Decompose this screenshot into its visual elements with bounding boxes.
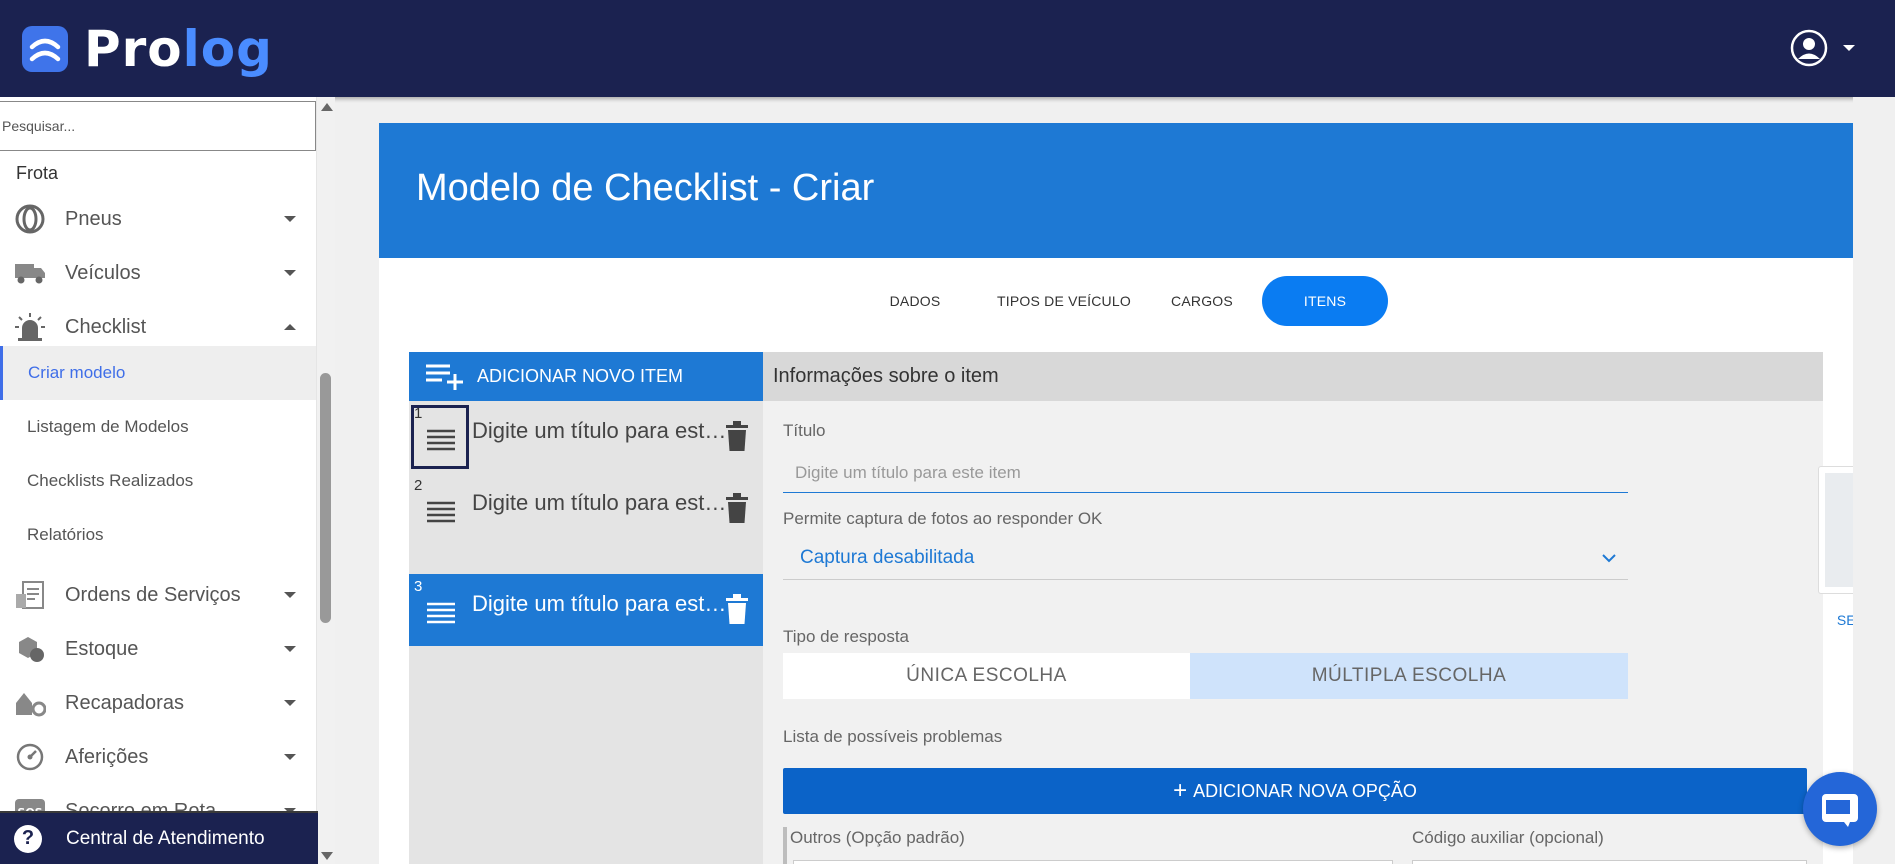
sidebar-subitem-listagem-modelos[interactable]: Listagem de Modelos xyxy=(0,400,316,454)
title-label: Título xyxy=(783,421,826,440)
chevron-down-icon xyxy=(284,270,296,276)
photo-capture-value: Captura desabilitada xyxy=(800,547,975,568)
sidebar: Frota Pneus Veículos Checklist Criar mod… xyxy=(0,97,335,864)
chevron-down-icon xyxy=(284,592,296,598)
central-atendimento-button[interactable]: ? Central de Atendimento xyxy=(0,811,318,864)
item-info-panel: Informações sobre o item Título Permite … xyxy=(763,352,1895,864)
add-option-label: ADICIONAR NOVA OPÇÃO xyxy=(1193,780,1417,801)
search-input[interactable] xyxy=(0,101,316,151)
page-scrollbar-area xyxy=(1853,97,1895,864)
list-item-selected[interactable]: 3 Digite um título para este item xyxy=(409,574,763,646)
top-bar: Prolog xyxy=(0,0,1895,97)
sidebar-item-estoque[interactable]: Estoque xyxy=(0,622,316,676)
item-number: 1 xyxy=(414,405,423,422)
prolog-logo[interactable]: Prolog xyxy=(22,20,273,78)
response-type-label: Tipo de resposta xyxy=(783,627,909,646)
item-info-header: Informações sobre o item xyxy=(763,352,1823,401)
problems-list-label: Lista de possíveis problemas xyxy=(783,727,1003,746)
page-title: Modelo de Checklist - Criar xyxy=(416,167,875,209)
tab-tipos-veiculo[interactable]: TIPOS DE VEÍCULO xyxy=(984,276,1144,326)
sidebar-item-label: Aferições xyxy=(65,745,149,768)
sidebar-item-label: Recapadoras xyxy=(65,691,184,714)
outros-input[interactable] xyxy=(793,860,1393,864)
item-number: 3 xyxy=(414,578,423,595)
option-accent-bar xyxy=(783,827,787,864)
items-list: ADICIONAR NOVO ITEM 1 Digite um título p… xyxy=(409,352,763,864)
tab-dados[interactable]: DADOS xyxy=(855,276,975,326)
tabs: DADOS TIPOS DE VEÍCULO CARGOS ITENS xyxy=(379,276,1853,326)
multiple-choice-button[interactable]: MÚLTIPLA ESCOLHA xyxy=(1190,653,1628,699)
chevron-up-icon xyxy=(284,324,296,330)
sidebar-item-label: Ordens de Serviços xyxy=(65,583,241,606)
playlist-add-icon xyxy=(425,362,465,392)
sidebar-scrollbar[interactable] xyxy=(316,97,335,864)
page-header: Modelo de Checklist - Criar xyxy=(379,123,1853,258)
sidebar-item-recapadoras[interactable]: Recapadoras xyxy=(0,676,316,730)
chevron-down-icon xyxy=(284,216,296,222)
photo-capture-label: Permite captura de fotos ao responder OK xyxy=(783,509,1103,528)
sidebar-item-label: Veículos xyxy=(65,261,141,284)
sidebar-subitem-relatorios[interactable]: Relatórios xyxy=(0,508,316,562)
sidebar-subitem-checklists-realizados[interactable]: Checklists Realizados xyxy=(0,454,316,508)
help-icon: ? xyxy=(14,824,42,853)
user-avatar-icon xyxy=(1790,29,1828,67)
list-item[interactable]: 1 Digite um título para este item xyxy=(409,401,763,473)
scroll-down-icon[interactable] xyxy=(321,852,333,860)
section-title-frota: Frota xyxy=(16,163,59,183)
siren-icon xyxy=(12,311,48,343)
single-choice-button[interactable]: ÚNICA ESCOLHA xyxy=(783,653,1190,699)
add-item-label: ADICIONAR NOVO ITEM xyxy=(477,366,684,386)
scroll-up-icon[interactable] xyxy=(321,103,333,111)
gauge-icon xyxy=(12,741,48,773)
chevron-down-icon xyxy=(284,700,296,706)
tab-itens[interactable]: ITENS xyxy=(1262,276,1388,326)
chevron-down-icon xyxy=(1602,554,1616,563)
add-option-button[interactable]: + ADICIONAR NOVA OPÇÃO xyxy=(783,768,1807,814)
logo-mark-icon xyxy=(22,26,68,72)
sidebar-item-ordens-servicos[interactable]: Ordens de Serviços xyxy=(0,568,316,622)
codigo-auxiliar-label: Código auxiliar (opcional) xyxy=(1412,828,1604,847)
truck-icon xyxy=(12,257,48,289)
photo-capture-select[interactable]: Captura desabilitada xyxy=(783,536,1628,580)
scrollbar-thumb[interactable] xyxy=(320,373,331,623)
item-title-input[interactable] xyxy=(783,453,1628,493)
item-title: Digite um título para este item xyxy=(472,418,728,443)
drag-handle-icon[interactable] xyxy=(421,596,461,626)
sidebar-item-label: Pneus xyxy=(65,207,122,230)
trash-icon[interactable] xyxy=(724,592,750,626)
item-number: 2 xyxy=(414,477,423,494)
list-item[interactable]: 2 Digite um título para este item xyxy=(409,473,763,545)
central-atendimento-label: Central de Atendimento xyxy=(66,827,265,849)
sidebar-subitem-criar-modelo[interactable]: Criar modelo xyxy=(0,346,316,400)
chat-button[interactable] xyxy=(1803,772,1877,846)
item-title: Digite um título para este item xyxy=(472,490,728,515)
factory-icon xyxy=(12,687,48,719)
tab-cargos[interactable]: CARGOS xyxy=(1152,276,1252,326)
chevron-down-icon xyxy=(284,646,296,652)
page-content: DADOS TIPOS DE VEÍCULO CARGOS ITENS ADIC… xyxy=(379,258,1895,864)
response-type-toggle: ÚNICA ESCOLHA MÚLTIPLA ESCOLHA xyxy=(783,653,1628,699)
drag-handle-icon[interactable] xyxy=(421,495,461,525)
chat-icon xyxy=(1822,794,1858,827)
codigo-auxiliar-input[interactable] xyxy=(1412,860,1807,864)
drag-handle-icon[interactable] xyxy=(421,423,461,453)
trash-icon[interactable] xyxy=(724,419,750,453)
item-title: Digite um título para este item xyxy=(472,591,728,616)
sidebar-item-pneus[interactable]: Pneus xyxy=(0,192,316,246)
boxes-icon xyxy=(12,633,48,665)
chevron-down-icon xyxy=(284,754,296,760)
add-item-button[interactable]: ADICIONAR NOVO ITEM xyxy=(409,352,763,401)
sidebar-item-veiculos[interactable]: Veículos xyxy=(0,246,316,300)
logo-text: Prolog xyxy=(84,20,273,78)
trash-icon[interactable] xyxy=(724,491,750,525)
chevron-down-icon xyxy=(1843,45,1855,51)
service-order-icon xyxy=(12,579,48,611)
tire-icon xyxy=(12,203,48,235)
plus-icon: + xyxy=(1173,777,1188,804)
sidebar-item-label: Checklist xyxy=(65,315,147,338)
sidebar-item-afericoes[interactable]: Aferições xyxy=(0,730,316,784)
sidebar-item-label: Estoque xyxy=(65,637,139,660)
user-menu[interactable] xyxy=(1789,28,1855,68)
outros-label: Outros (Opção padrão) xyxy=(790,828,965,847)
